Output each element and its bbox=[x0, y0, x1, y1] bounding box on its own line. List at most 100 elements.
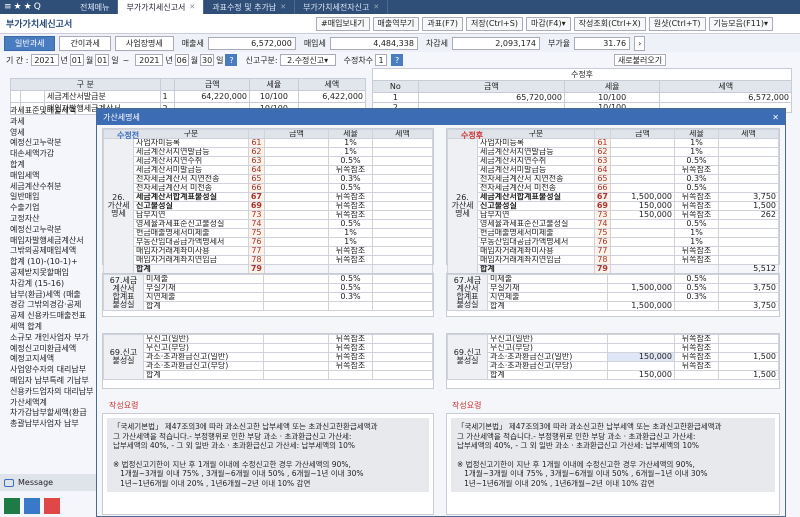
amount-cell[interactable] bbox=[263, 343, 329, 353]
amount-cell[interactable] bbox=[610, 255, 675, 265]
start-month-input[interactable]: 01 bbox=[69, 54, 84, 66]
sub-name: 미제출 bbox=[143, 274, 264, 284]
amount-cell[interactable] bbox=[610, 183, 675, 193]
amount-cell[interactable]: 150,000 bbox=[607, 370, 675, 380]
amount-cell[interactable] bbox=[607, 274, 675, 284]
col-header: 세율 bbox=[328, 129, 373, 139]
amount-cell[interactable] bbox=[264, 228, 329, 238]
amount-cell[interactable] bbox=[264, 255, 329, 265]
amount-cell[interactable] bbox=[264, 165, 329, 175]
star-icon[interactable]: ★ bbox=[14, 2, 22, 12]
amount-cell[interactable] bbox=[263, 352, 329, 362]
report-panel-after: 69.신고 불성실 무신고(일반) 뒤쪽참조 무신고(부당) 뒤쪽참조 과소·초과환급신고(… bbox=[446, 333, 780, 389]
amount-cell[interactable]: 1,500,000 bbox=[610, 192, 675, 202]
amount-cell[interactable] bbox=[607, 361, 675, 371]
tab-general-tax[interactable]: 일반과세 bbox=[4, 35, 56, 51]
save-button[interactable]: 저장(Ctrl+S) bbox=[465, 16, 523, 31]
amount-cell[interactable] bbox=[610, 174, 675, 184]
one-shot-button[interactable]: 원샷(Ctrl+T) bbox=[648, 16, 706, 31]
amount-cell[interactable]: 64,220,000 bbox=[174, 90, 251, 103]
rate-cell bbox=[328, 370, 373, 380]
amount-cell[interactable] bbox=[263, 292, 329, 302]
menu-icon[interactable]: ≡ bbox=[4, 2, 12, 12]
start-year-input[interactable]: 2021 bbox=[30, 54, 59, 66]
start-day-input[interactable]: 01 bbox=[95, 54, 110, 66]
close-icon[interactable]: ✕ bbox=[280, 3, 286, 11]
close-icon[interactable]: ✕ bbox=[772, 113, 779, 122]
amount-cell[interactable] bbox=[264, 219, 329, 229]
amount-cell[interactable] bbox=[264, 183, 329, 193]
tab-vat-return[interactable]: 부가가치세신고서 ✕ bbox=[118, 0, 205, 14]
amount-cell[interactable] bbox=[263, 274, 329, 284]
chevron-down-icon: ▾ bbox=[324, 55, 329, 65]
amount-cell[interactable] bbox=[264, 192, 329, 202]
favorite-icon[interactable]: ★ bbox=[24, 2, 32, 12]
amount-cell[interactable] bbox=[264, 156, 329, 166]
amount-cell[interactable]: 150,000 bbox=[610, 210, 675, 220]
amount-cell[interactable] bbox=[263, 283, 329, 293]
amount-cell[interactable]: 1,500,000 bbox=[607, 283, 675, 293]
amount-cell[interactable] bbox=[610, 156, 675, 166]
help-icon[interactable]: ? bbox=[391, 54, 404, 66]
search-icon[interactable]: Q bbox=[34, 2, 41, 12]
amount-cell[interactable] bbox=[263, 361, 329, 371]
send-purchase-button[interactable]: #매입보내기 bbox=[316, 16, 370, 31]
report-type-select[interactable]: 2.수정신고 ▾ bbox=[279, 54, 336, 66]
amount-cell[interactable] bbox=[264, 201, 329, 211]
amount-cell[interactable] bbox=[610, 138, 675, 148]
amount-cell[interactable] bbox=[610, 246, 675, 256]
amount-cell[interactable]: 1,500,000 bbox=[607, 301, 675, 311]
write-query-button[interactable]: 작성조회(Ctrl+X) bbox=[573, 16, 646, 31]
amount-cell[interactable] bbox=[610, 147, 675, 157]
amount-cell[interactable] bbox=[607, 343, 675, 353]
purchase-tax-value: 4,484,338 bbox=[329, 36, 418, 50]
amount-cell[interactable] bbox=[264, 210, 329, 220]
end-day-input[interactable]: 30 bbox=[200, 54, 215, 66]
amount-cell[interactable] bbox=[264, 237, 329, 247]
help-icon[interactable]: ? bbox=[225, 54, 238, 66]
amount-cell[interactable] bbox=[607, 292, 675, 302]
amount-cell[interactable] bbox=[610, 228, 675, 238]
amount-cell[interactable] bbox=[264, 246, 329, 256]
close-period-button[interactable]: 마감(F4) ▾ bbox=[525, 16, 571, 31]
amount-cell[interactable]: 65,720,000 bbox=[417, 92, 565, 103]
app-icon[interactable] bbox=[44, 498, 60, 514]
message-bar[interactable]: Message bbox=[0, 474, 96, 491]
end-year-input[interactable]: 2021 bbox=[135, 54, 164, 66]
app-icon[interactable] bbox=[24, 498, 40, 514]
penalty-table-before: 구분 금액 세율 세액 26. 가산세 명세 사업자미등록 61 1% 세금계산서지연발급등 62 1%… bbox=[103, 129, 433, 274]
tax-base-button[interactable]: 과표(F7) bbox=[422, 16, 463, 31]
amount-cell[interactable] bbox=[610, 219, 675, 229]
rate-cell: 1% bbox=[674, 147, 719, 157]
amount-cell[interactable] bbox=[264, 138, 329, 148]
close-icon[interactable]: ✕ bbox=[189, 3, 195, 11]
form-label: 예정신고누락분 bbox=[10, 224, 62, 234]
amount-cell[interactable] bbox=[607, 334, 675, 344]
reload-button[interactable]: 새로불러오기 bbox=[614, 54, 666, 66]
excel-icon[interactable] bbox=[4, 498, 20, 514]
sub-row: 합계 1,500,000 3,750 bbox=[448, 301, 779, 311]
tab-simple-tax[interactable]: 간이과세 bbox=[59, 35, 111, 51]
sales-reverse-button[interactable]: 매출역부기 bbox=[372, 16, 420, 31]
scroll-right-button[interactable]: › bbox=[634, 35, 646, 51]
amount-cell[interactable] bbox=[264, 174, 329, 184]
tax-cell bbox=[372, 255, 433, 265]
amount-cell[interactable] bbox=[263, 334, 329, 344]
tab-all-menu[interactable]: 전체메뉴 bbox=[72, 0, 119, 14]
tab-business-detail[interactable]: 사업장명세 bbox=[114, 35, 174, 51]
end-month-input[interactable]: 06 bbox=[174, 54, 189, 66]
close-icon[interactable]: ✕ bbox=[373, 3, 379, 11]
amount-cell[interactable]: 150,000 bbox=[610, 201, 675, 211]
tab-tax-correction[interactable]: 과표수정 및 추가납 ✕ bbox=[204, 0, 296, 14]
function-menu-button[interactable]: 기능모음(F11) ▾ bbox=[708, 16, 774, 31]
amount-cell[interactable] bbox=[610, 237, 675, 247]
amount-cell[interactable] bbox=[263, 301, 329, 311]
amount-cell[interactable]: 150,000 bbox=[607, 352, 675, 362]
range-sep: ~ bbox=[122, 55, 130, 65]
tab-vat-e-filing[interactable]: 부가가치세전자신고 ✕ bbox=[295, 0, 389, 14]
revision-input[interactable]: 1 bbox=[375, 54, 388, 66]
amount-cell[interactable] bbox=[610, 165, 675, 175]
amount-cell[interactable] bbox=[264, 147, 329, 157]
function-menu-label: 기능모음(F11) bbox=[713, 19, 765, 28]
amount-cell[interactable] bbox=[263, 370, 329, 380]
